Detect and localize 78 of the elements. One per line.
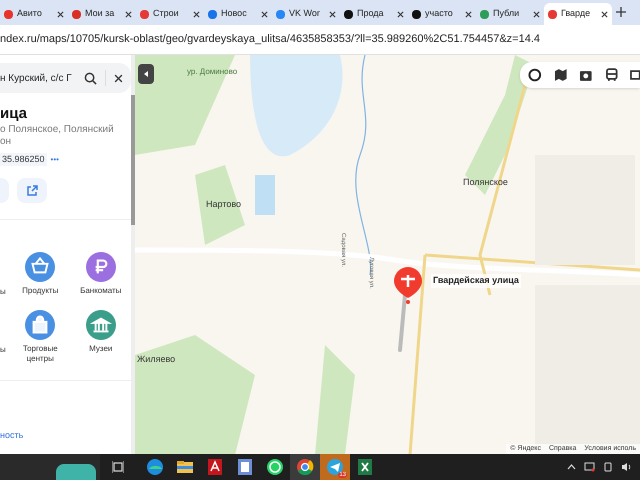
close-icon[interactable] bbox=[261, 10, 268, 18]
address-text: он bbox=[0, 136, 12, 149]
search-field[interactable]: н Курский, с/с Г bbox=[0, 63, 131, 93]
circle-icon[interactable] bbox=[528, 68, 542, 82]
place-title: ица bbox=[0, 105, 28, 124]
scrollbar[interactable] bbox=[131, 55, 135, 454]
close-icon[interactable] bbox=[57, 10, 64, 18]
speaker-icon[interactable] bbox=[621, 462, 632, 472]
chat-icon bbox=[265, 457, 285, 477]
collapse-button[interactable] bbox=[138, 64, 154, 84]
address-text: о Полянское, Полянский bbox=[0, 124, 115, 136]
browser-tab[interactable]: Авито bbox=[0, 3, 68, 25]
tab-title: Новос bbox=[221, 7, 248, 20]
place-label: Нартово bbox=[206, 198, 242, 211]
museum-icon[interactable] bbox=[86, 310, 116, 340]
monitor-icon[interactable] bbox=[584, 462, 595, 472]
browser-tab[interactable]: Мои за bbox=[68, 3, 136, 25]
category-label[interactable]: Продукты bbox=[12, 286, 68, 296]
close-icon[interactable] bbox=[114, 74, 123, 82]
close-icon[interactable] bbox=[193, 10, 200, 18]
address-url[interactable]: ndex.ru/maps/10705/kursk-oblast/geo/gvardeyskaya_ulitsa/4635858353/?ll=35.989260%2C51.754457&z=14.4 bbox=[0, 31, 540, 48]
place-label: Жиляево bbox=[137, 353, 176, 366]
document-icon bbox=[235, 457, 255, 477]
share-icon bbox=[26, 184, 38, 197]
search-icon[interactable] bbox=[84, 72, 97, 84]
category-label[interactable]: ы bbox=[0, 286, 6, 298]
taskbar-app[interactable] bbox=[290, 454, 320, 480]
ruble-icon[interactable] bbox=[86, 252, 116, 282]
browser-tab[interactable]: Строи bbox=[136, 3, 204, 25]
browser-tab[interactable]: Новос bbox=[204, 3, 272, 25]
browser-tab[interactable]: Гварде bbox=[544, 3, 612, 25]
network-icon[interactable] bbox=[603, 462, 613, 472]
close-icon[interactable] bbox=[329, 10, 336, 18]
paper-plane-icon bbox=[325, 457, 345, 477]
plus-icon[interactable] bbox=[616, 7, 626, 17]
tab-title: Гварде bbox=[561, 7, 592, 20]
spreadsheet-icon bbox=[355, 457, 375, 477]
category-label[interactable]: Торговые центры bbox=[12, 344, 68, 364]
browser-tab[interactable]: участо bbox=[408, 3, 476, 25]
tab-title: участо bbox=[425, 7, 454, 20]
close-icon[interactable] bbox=[465, 10, 472, 18]
close-icon[interactable] bbox=[533, 10, 540, 18]
shopping-bag-icon[interactable] bbox=[25, 310, 56, 340]
tab-title: Публи bbox=[493, 7, 520, 20]
close-icon[interactable] bbox=[125, 10, 132, 18]
bus-icon[interactable] bbox=[604, 68, 618, 82]
tab-title: Строи bbox=[153, 7, 180, 20]
close-icon[interactable] bbox=[601, 10, 608, 18]
more-button[interactable]: ••• bbox=[50, 154, 59, 166]
pdf-icon bbox=[205, 457, 225, 477]
map-icon[interactable] bbox=[554, 68, 568, 82]
share-button[interactable] bbox=[17, 178, 47, 204]
tab-title: Мои за bbox=[85, 7, 116, 20]
tab-title: Авито bbox=[17, 7, 43, 20]
caret-icon bbox=[144, 71, 148, 77]
tab-title: VK Wor bbox=[289, 7, 321, 20]
panel-icon[interactable] bbox=[630, 68, 640, 82]
pin-label: Гвардейская улица bbox=[431, 274, 521, 288]
link-text[interactable]: ность bbox=[0, 428, 131, 442]
task-view-icon[interactable] bbox=[112, 461, 124, 473]
browser-tab[interactable]: VK Wor bbox=[272, 3, 340, 25]
category-label[interactable]: Музеи bbox=[73, 344, 128, 354]
chevron-up-icon[interactable] bbox=[567, 464, 576, 470]
tab-title: Прода bbox=[357, 7, 385, 20]
place-label: ур. Доминово bbox=[187, 66, 238, 78]
chrome-icon bbox=[295, 457, 315, 477]
camera-icon[interactable] bbox=[579, 68, 593, 82]
browser-tab[interactable]: Прода bbox=[340, 3, 408, 25]
place-label: Полянское bbox=[463, 176, 508, 189]
search-value: н Курский, с/с Г bbox=[0, 72, 73, 86]
category-label[interactable]: ы bbox=[0, 344, 6, 356]
coordinates-text[interactable]: 35.986250 bbox=[0, 152, 47, 166]
browser-icon bbox=[145, 457, 165, 477]
browser-tab[interactable]: Публи bbox=[476, 3, 544, 25]
map-pin-icon[interactable] bbox=[393, 267, 423, 305]
close-icon[interactable] bbox=[397, 10, 404, 18]
category-label[interactable]: Банкоматы bbox=[73, 286, 128, 296]
basket-icon[interactable] bbox=[25, 252, 56, 282]
